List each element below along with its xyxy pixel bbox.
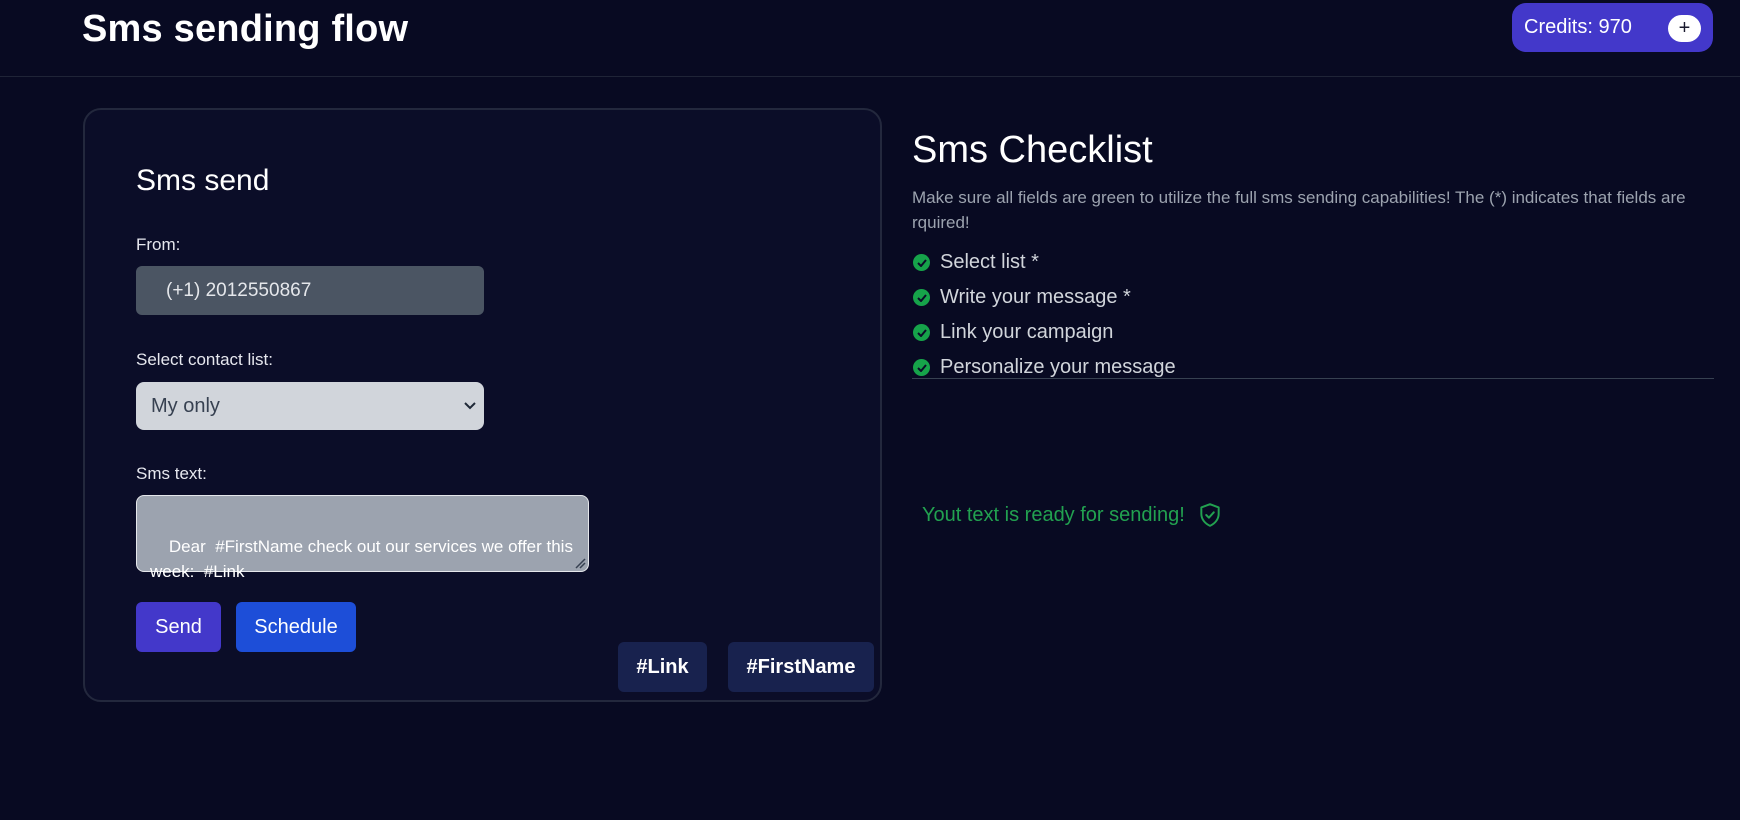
from-label: From: — [136, 235, 181, 254]
checklist: Select list * Write your message * Link … — [913, 245, 1714, 385]
checklist-item-label: Select list * — [940, 251, 1039, 273]
resize-handle-icon[interactable] — [574, 557, 586, 569]
sms-text-input[interactable]: Dear #FirstName check out our services w… — [136, 495, 589, 581]
schedule-button[interactable]: Schedule — [236, 602, 356, 652]
check-circle-icon — [913, 289, 930, 306]
check-circle-icon — [913, 324, 930, 341]
contact-list-selected-value: My only — [151, 395, 220, 417]
sms-send-card: Sms send From: (+1) 2012550867 Select co… — [83, 108, 882, 702]
checklist-item-personalize: Personalize your message — [913, 350, 1714, 385]
checklist-description: Make sure all fields are green to utiliz… — [912, 188, 1686, 232]
contact-list-label: Select contact list: — [136, 350, 274, 369]
checklist-item-select-list: Select list * — [913, 245, 1714, 280]
checklist-item-label: Link your campaign — [940, 321, 1114, 343]
insert-link-tag-button[interactable]: #Link — [618, 642, 707, 692]
insert-firstname-tag-button[interactable]: #FirstName — [728, 642, 874, 692]
chevron-down-icon — [462, 382, 478, 430]
sms-text-label: Sms text: — [136, 464, 207, 483]
check-circle-icon — [913, 359, 930, 376]
shield-check-icon — [1197, 502, 1223, 528]
page-title: Sms sending flow — [82, 8, 409, 50]
send-button[interactable]: Send — [136, 602, 221, 652]
sms-text-value: Dear #FirstName check out our services w… — [150, 537, 578, 581]
checklist-title: Sms Checklist — [912, 129, 1153, 171]
top-bar: Sms sending flow Credits: 970 + — [0, 0, 1740, 77]
add-credits-button[interactable]: + — [1668, 15, 1701, 42]
checklist-item-write-message: Write your message * — [913, 280, 1714, 315]
checklist-item-label: Write your message * — [940, 286, 1131, 308]
check-circle-icon — [913, 254, 930, 271]
checklist-item-link-campaign: Link your campaign — [913, 315, 1714, 350]
contact-list-select[interactable]: My only — [136, 382, 484, 430]
ready-status: Yout text is ready for sending! — [922, 502, 1223, 528]
credits-badge: Credits: 970 + — [1512, 3, 1713, 52]
from-number-field: (+1) 2012550867 — [136, 266, 484, 315]
checklist-divider — [912, 378, 1714, 379]
ready-message: Yout text is ready for sending! — [922, 503, 1185, 526]
checklist-item-label: Personalize your message — [940, 356, 1176, 378]
sms-send-title: Sms send — [136, 164, 270, 197]
credits-label: Credits: 970 — [1524, 16, 1632, 38]
